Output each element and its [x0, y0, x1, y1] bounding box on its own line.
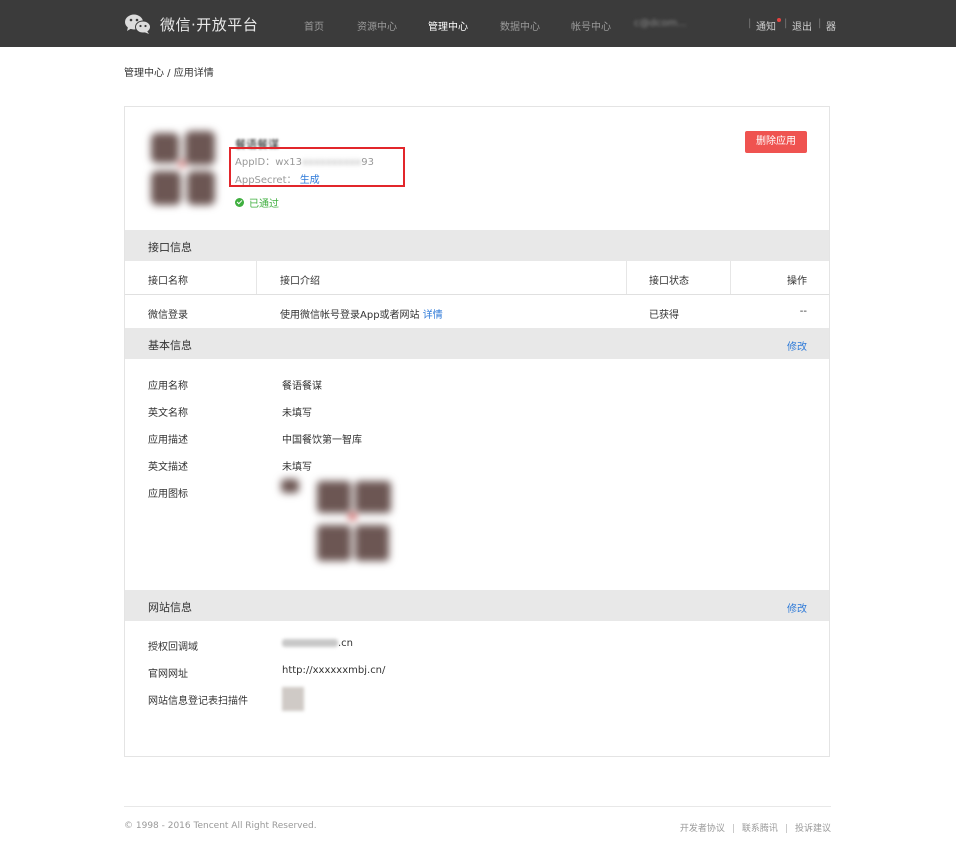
edit-website-info-link[interactable]: 修改 [787, 600, 807, 615]
info-label: 应用图标 [148, 489, 188, 500]
notice-dot-icon [777, 18, 781, 22]
nav-account-center[interactable]: 帐号中心 [571, 18, 611, 33]
domain-suffix: .cn [338, 638, 354, 649]
app-icon-image [149, 129, 217, 207]
footer-link-separator: | [731, 824, 735, 834]
status-label: 已通过 [249, 199, 279, 210]
interface-status: 已获得 [649, 310, 679, 321]
info-label: 英文名称 [148, 408, 188, 419]
masked-domain [282, 639, 338, 647]
interface-description: 使用微信帐号登录App或者网站 详情 [280, 306, 443, 321]
interface-description-text: 使用微信帐号登录App或者网站 [280, 310, 420, 321]
info-label: 授权回调域 [148, 642, 198, 653]
wechat-logo-icon [124, 13, 152, 35]
breadcrumb: 管理中心 / 应用详情 [124, 64, 214, 79]
website-info-section-title: 网站信息 [148, 601, 192, 614]
complaint-link[interactable]: 投诉建议 [795, 824, 831, 834]
footer-divider [124, 806, 831, 807]
app-icon-preview [281, 479, 393, 565]
column-header: 接口名称 [148, 276, 188, 287]
info-value: 中国餐饮第一智库 [282, 435, 362, 446]
contact-tencent-link[interactable]: 联系腾讯 [742, 824, 778, 834]
interface-action: -- [799, 306, 807, 317]
column-divider [256, 261, 257, 294]
review-status: 已通过 [235, 195, 279, 210]
registration-scan-thumbnail[interactable] [282, 687, 304, 711]
info-label: 英文描述 [148, 462, 188, 473]
delete-app-button[interactable]: 删除应用 [745, 131, 807, 153]
notice-label: 通知 [756, 22, 776, 33]
callback-domain: .cn [282, 638, 353, 649]
app-detail-card: 餐语餐谋 AppID：wx13xxxxxxxxxx93 AppSecret： 生… [124, 106, 830, 757]
nav-management-center[interactable]: 管理中心 [428, 18, 468, 33]
breadcrumb-text[interactable]: 管理中心 / 应用详情 [124, 68, 214, 79]
nav-home[interactable]: 首页 [304, 18, 324, 33]
nav-divider: | [784, 18, 788, 29]
table-header-row: 接口名称 接口介绍 接口状态 操作 [125, 261, 829, 295]
notice-link[interactable]: 通知 [756, 18, 781, 33]
info-label: 网站信息登记表扫描件 [148, 696, 248, 707]
top-nav-bar: 微信·开放平台 首页 资源中心 管理中心 数据中心 帐号中心 c@dcom...… [0, 0, 956, 47]
column-header: 接口状态 [649, 276, 689, 287]
check-circle-icon [235, 198, 244, 207]
app-header: 餐语餐谋 AppID：wx13xxxxxxxxxx93 AppSecret： 生… [125, 107, 829, 230]
column-header: 接口介绍 [280, 276, 320, 287]
highlight-annotation-box [229, 147, 405, 187]
info-value: 未填写 [282, 462, 312, 473]
account-email[interactable]: c@dcom... [634, 18, 746, 29]
logout-link[interactable]: 退出 [792, 18, 812, 33]
copyright: © 1998 - 2016 Tencent All Right Reserved… [124, 821, 317, 831]
info-value: 餐语餐谋 [282, 381, 322, 392]
interface-section-title: 接口信息 [148, 241, 192, 254]
basic-info-section-header: 基本信息 修改 [125, 328, 829, 359]
footer-link-separator: | [784, 824, 788, 834]
interface-table: 接口名称 接口介绍 接口状态 操作 微信登录 使用微信帐号登录App或者网站 详… [125, 261, 829, 329]
info-label: 官网网址 [148, 669, 188, 680]
nav-resource-center[interactable]: 资源中心 [357, 18, 397, 33]
nav-divider: | [818, 18, 822, 29]
developer-agreement-link[interactable]: 开发者协议 [680, 824, 725, 834]
table-row: 微信登录 使用微信帐号登录App或者网站 详情 已获得 -- [125, 295, 829, 329]
interface-section-header: 接口信息 [125, 230, 829, 261]
edit-basic-info-link[interactable]: 修改 [787, 338, 807, 353]
nav-data-center[interactable]: 数据中心 [500, 18, 540, 33]
qrcode-icon[interactable]: 器 [826, 18, 836, 33]
basic-info-section-title: 基本信息 [148, 339, 192, 352]
column-divider [626, 261, 627, 294]
website-info-section-header: 网站信息 修改 [125, 590, 829, 621]
website-url[interactable]: http://xxxxxxmbj.cn/ [282, 665, 385, 676]
column-header: 操作 [787, 276, 807, 287]
column-divider [730, 261, 731, 294]
info-label: 应用名称 [148, 381, 188, 392]
info-label: 应用描述 [148, 435, 188, 446]
interface-name: 微信登录 [148, 310, 188, 321]
interface-detail-link[interactable]: 详情 [423, 310, 443, 321]
info-value: 未填写 [282, 408, 312, 419]
footer-links: 开发者协议 | 联系腾讯 | 投诉建议 [680, 821, 831, 834]
nav-divider: | [748, 18, 752, 29]
logo[interactable]: 微信·开放平台 [124, 11, 258, 37]
logo-text: 微信·开放平台 [160, 15, 259, 34]
